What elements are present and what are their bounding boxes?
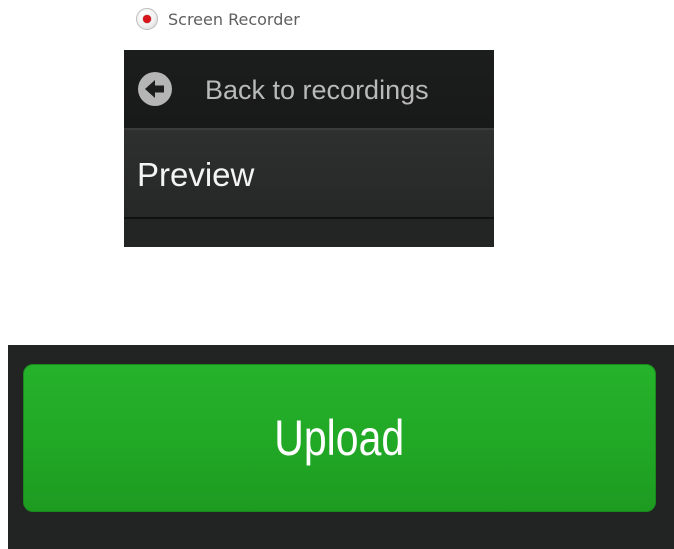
preview-area — [124, 219, 494, 247]
back-to-recordings-button[interactable]: Back to recordings — [124, 50, 494, 128]
window-title: Screen Recorder — [168, 9, 300, 29]
recorder-panel: Back to recordings Preview — [124, 50, 494, 247]
record-dot — [143, 15, 151, 23]
back-arrow-circle-icon — [138, 72, 172, 106]
title-bar: Screen Recorder — [136, 4, 300, 34]
back-label: Back to recordings — [205, 75, 429, 105]
section-title: Preview — [137, 156, 255, 193]
action-bar: Upload — [8, 345, 674, 549]
upload-label: Upload — [274, 410, 405, 466]
preview-header: Preview — [124, 130, 494, 217]
upload-button[interactable]: Upload — [23, 364, 656, 512]
screen-recorder-page: Screen Recorder Back to recordings Previ… — [0, 0, 674, 549]
record-icon — [136, 8, 158, 30]
